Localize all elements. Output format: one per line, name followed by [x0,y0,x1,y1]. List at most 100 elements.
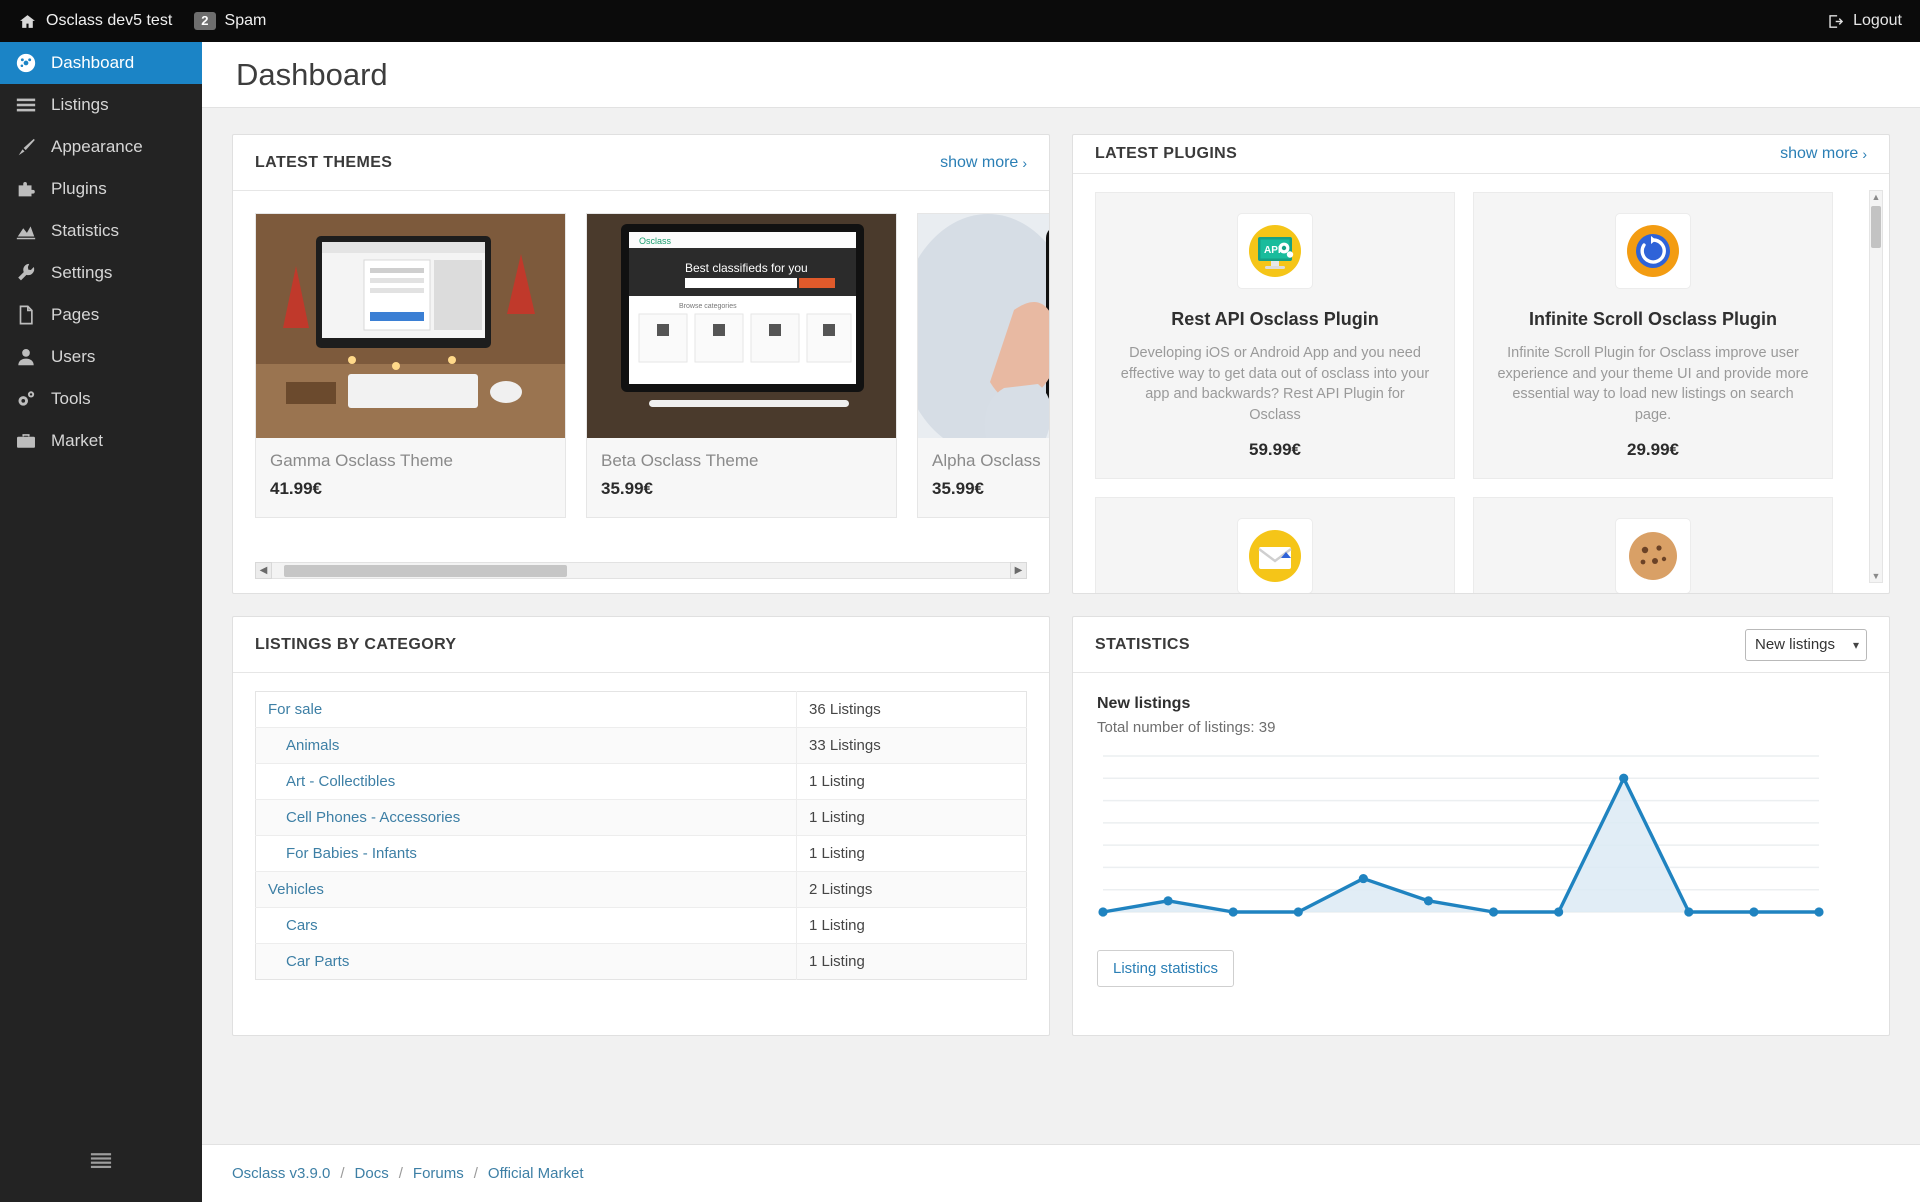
sidebar-item-label: Tools [51,389,91,408]
footer-link-official-market[interactable]: Official Market [488,1165,584,1182]
theme-thumbnail: Osclass [918,214,1049,438]
chevron-right-icon: › [1022,154,1027,171]
plugin-card[interactable] [1095,497,1455,593]
category-count: 1 Listing [796,943,1027,980]
footer-version-link[interactable]: Osclass v3.9.0 [232,1165,330,1182]
theme-card[interactable]: Osclass Alpha Osclass [917,213,1049,518]
sidebar: Dashboard Listings Appearance Plugins St… [0,42,202,1202]
svg-text:Best classifieds for you: Best classifieds for you [685,261,808,275]
table-row[interactable]: Cell Phones - Accessories 1 Listing [255,799,1027,836]
table-row[interactable]: For Babies - Infants 1 Listing [255,835,1027,872]
theme-price: 35.99€ [601,479,653,498]
footer: Osclass v3.9.0 / Docs / Forums / Officia… [202,1144,1920,1202]
footer-separator: / [340,1165,345,1182]
category-name[interactable]: Cell Phones - Accessories [255,799,797,836]
themes-scroll-track[interactable] [272,562,1010,579]
sidebar-item-appearance[interactable]: Appearance [0,126,202,168]
plugin-card[interactable] [1473,497,1833,593]
category-name[interactable]: For sale [255,691,797,728]
sidebar-item-dashboard[interactable]: Dashboard [0,42,202,84]
latest-themes-title: LATEST THEMES [255,153,393,171]
plugins-show-more-link[interactable]: show more › [1780,145,1867,163]
sidebar-item-users[interactable]: Users [0,336,202,378]
plugins-scroll-thumb[interactable] [1871,205,1881,248]
table-row[interactable]: Cars 1 Listing [255,907,1027,944]
mail-plugin-icon [1249,530,1301,583]
plugin-card[interactable]: Infinite Scroll Osclass Plugin Infinite … [1473,191,1833,480]
table-row[interactable]: Vehicles 2 Listings [255,871,1027,908]
theme-thumbnail [256,214,565,438]
new-listings-chart [1097,746,1859,934]
theme-name: Alpha Osclass [932,451,1041,470]
plugin-icon-wrapper [1615,212,1691,289]
category-count: 1 Listing [796,907,1027,944]
scroll-up-arrow-icon[interactable]: ▲ [1870,191,1882,204]
scroll-down-arrow-icon[interactable]: ▼ [1870,569,1882,582]
sidebar-item-tools[interactable]: Tools [0,378,202,420]
table-row[interactable]: Car Parts 1 Listing [255,943,1027,980]
table-row[interactable]: Animals 33 Listings [255,727,1027,764]
listing-statistics-button[interactable]: Listing statistics [1097,950,1235,987]
briefcase-icon [17,434,35,448]
footer-link-forums[interactable]: Forums [413,1165,464,1182]
sidebar-item-label: Dashboard [51,53,135,72]
themes-show-more-label: show more [940,153,1019,171]
plugin-icon-wrapper: API [1237,212,1313,289]
statistics-type-select[interactable]: New listings [1745,628,1867,661]
scroll-left-arrow-icon[interactable]: ◀ [255,562,272,579]
site-name-link[interactable]: Osclass dev5 test [18,12,172,30]
logout-label: Logout [1853,12,1902,29]
sidebar-item-settings[interactable]: Settings [0,252,202,294]
category-name[interactable]: Car Parts [255,943,797,980]
category-name[interactable]: For Babies - Infants [255,835,797,872]
footer-link-docs[interactable]: Docs [355,1165,389,1182]
plugin-icon-wrapper [1615,518,1691,593]
category-count: 36 Listings [796,691,1027,728]
sidebar-item-listings[interactable]: Listings [0,84,202,126]
plugin-name: Infinite Scroll Osclass Plugin [1528,308,1778,329]
spam-link[interactable]: 2 Spam [194,11,266,31]
sidebar-item-market[interactable]: Market [0,420,202,462]
main-area: Dashboard LATEST THEMES show more › Gamm… [202,42,1920,1202]
category-name[interactable]: Vehicles [255,871,797,908]
listings-by-category-title: LISTINGS BY CATEGORY [255,635,457,653]
plugins-vertical-scrollbar[interactable]: ▲ ▼ [1869,189,1883,583]
logout-icon [1829,14,1844,28]
table-row[interactable]: Art - Collectibles 1 Listing [255,763,1027,800]
plugin-icon-wrapper [1237,518,1313,593]
sidebar-item-statistics[interactable]: Statistics [0,210,202,252]
category-count: 33 Listings [796,727,1027,764]
category-name[interactable]: Animals [255,727,797,764]
footer-separator: / [473,1165,478,1182]
dashboard-content: LATEST THEMES show more › Gamma Osclass … [202,108,1920,1036]
scroll-right-arrow-icon[interactable]: ▶ [1010,562,1027,579]
spam-count-badge: 2 [194,11,216,31]
category-name[interactable]: Cars [255,907,797,944]
footer-separator: / [398,1165,403,1182]
themes-horizontal-scrollbar[interactable]: ◀ ▶ [255,562,1027,579]
theme-card[interactable]: Gamma Osclass Theme 41.99€ [255,213,566,518]
logout-button[interactable]: Logout [1826,12,1902,30]
sidebar-item-label: Statistics [51,221,120,240]
plugin-price: 29.99€ [1627,440,1679,460]
plugins-show-more-label: show more [1780,144,1859,162]
theme-name: Beta Osclass Theme [601,451,759,470]
category-count: 1 Listing [796,835,1027,872]
themes-show-more-link[interactable]: show more › [940,154,1027,172]
table-row[interactable]: For sale 36 Listings [255,691,1027,728]
sidebar-item-label: Settings [51,263,113,282]
brush-icon [18,138,35,156]
plugin-card[interactable]: API Rest API Osclass Plugin Developing i… [1095,191,1455,480]
theme-card[interactable]: Osclass Best classifieds for you Browse … [586,213,897,518]
category-name[interactable]: Art - Collectibles [255,763,797,800]
plugins-scroll-area: API Rest API Osclass Plugin Developing i… [1073,174,1889,593]
sidebar-item-pages[interactable]: Pages [0,294,202,336]
sidebar-collapse-button[interactable] [0,1132,202,1188]
theme-meta: Alpha Osclass 35.99€ [918,438,1049,517]
listings-by-category-panel: LISTINGS BY CATEGORY For sale 36 Listing… [232,616,1050,1036]
plugins-grid: API Rest API Osclass Plugin Developing i… [1095,191,1859,593]
sidebar-item-plugins[interactable]: Plugins [0,168,202,210]
themes-scroll-thumb[interactable] [284,565,567,577]
page-header: Dashboard [202,42,1920,108]
sidebar-item-label: Pages [51,305,100,324]
